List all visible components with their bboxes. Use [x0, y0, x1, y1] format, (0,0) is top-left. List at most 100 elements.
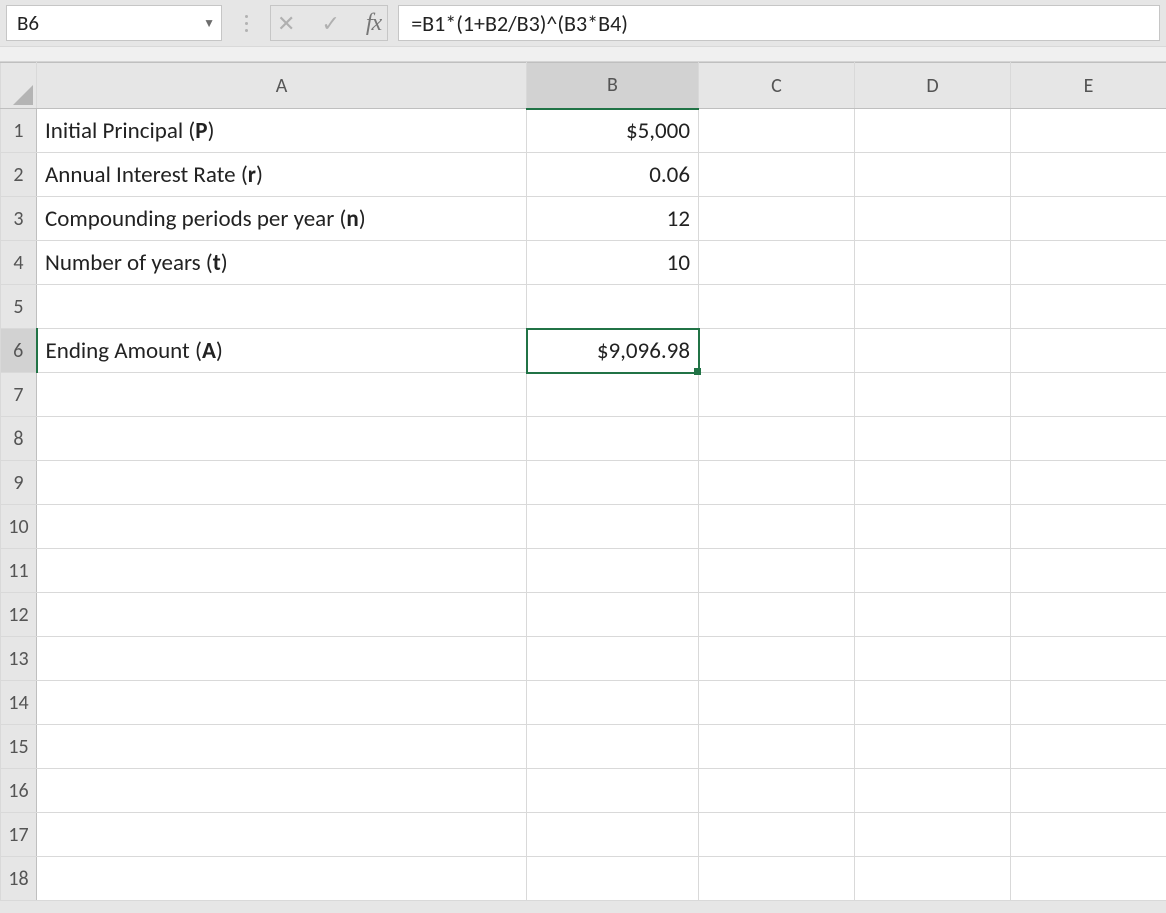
row-header[interactable]: 1	[1, 109, 37, 153]
cell-d5[interactable]	[855, 285, 1011, 329]
cell-b2[interactable]: 0.06	[527, 153, 699, 197]
cell-a11[interactable]	[37, 549, 527, 593]
cell-a13[interactable]	[37, 637, 527, 681]
cell-e14[interactable]	[1011, 681, 1166, 725]
fx-icon[interactable]: fx	[366, 10, 381, 37]
cell-a5[interactable]	[37, 285, 527, 329]
cell-b9[interactable]	[527, 461, 699, 505]
row-header[interactable]: 17	[1, 813, 37, 857]
cell-b5[interactable]	[527, 285, 699, 329]
col-header-e[interactable]: E	[1011, 63, 1166, 109]
cancel-icon[interactable]: ✕	[277, 10, 295, 37]
cell-e9[interactable]	[1011, 461, 1166, 505]
cell-a15[interactable]	[37, 725, 527, 769]
cell-c11[interactable]	[699, 549, 855, 593]
cell-a17[interactable]	[37, 813, 527, 857]
cell-e5[interactable]	[1011, 285, 1166, 329]
row-header[interactable]: 4	[1, 241, 37, 285]
cell-d11[interactable]	[855, 549, 1011, 593]
cell-e3[interactable]	[1011, 197, 1166, 241]
cell-d9[interactable]	[855, 461, 1011, 505]
select-all-button[interactable]	[1, 63, 37, 109]
cell-c7[interactable]	[699, 373, 855, 417]
cell-a8[interactable]	[37, 417, 527, 461]
cell-c5[interactable]	[699, 285, 855, 329]
row-header[interactable]: 10	[1, 505, 37, 549]
row-header[interactable]: 3	[1, 197, 37, 241]
cell-b15[interactable]	[527, 725, 699, 769]
cell-a9[interactable]	[37, 461, 527, 505]
cell-d3[interactable]	[855, 197, 1011, 241]
row-header[interactable]: 6	[1, 329, 37, 373]
cell-d8[interactable]	[855, 417, 1011, 461]
row-header[interactable]: 2	[1, 153, 37, 197]
cell-d6[interactable]	[855, 329, 1011, 373]
cell-c17[interactable]	[699, 813, 855, 857]
cell-e2[interactable]	[1011, 153, 1166, 197]
grid[interactable]: A B C D E 1 Initial Principal (P) $5,000…	[0, 62, 1166, 901]
cell-c16[interactable]	[699, 769, 855, 813]
cell-c15[interactable]	[699, 725, 855, 769]
cell-b6[interactable]: $9,096.98	[527, 329, 699, 373]
cell-d12[interactable]	[855, 593, 1011, 637]
cell-b14[interactable]	[527, 681, 699, 725]
cell-c12[interactable]	[699, 593, 855, 637]
cell-b7[interactable]	[527, 373, 699, 417]
cell-c10[interactable]	[699, 505, 855, 549]
cell-a18[interactable]	[37, 857, 527, 901]
cell-e7[interactable]	[1011, 373, 1166, 417]
cell-a16[interactable]	[37, 769, 527, 813]
name-box[interactable]: B6 ▼	[6, 5, 222, 41]
chevron-down-icon[interactable]: ▼	[203, 16, 215, 31]
cell-d1[interactable]	[855, 109, 1011, 153]
cell-e16[interactable]	[1011, 769, 1166, 813]
row-header[interactable]: 8	[1, 417, 37, 461]
cell-a2[interactable]: Annual Interest Rate (r)	[37, 153, 527, 197]
cell-a10[interactable]	[37, 505, 527, 549]
cell-c2[interactable]	[699, 153, 855, 197]
row-header[interactable]: 5	[1, 285, 37, 329]
row-header[interactable]: 18	[1, 857, 37, 901]
cell-b18[interactable]	[527, 857, 699, 901]
cell-e12[interactable]	[1011, 593, 1166, 637]
cell-b12[interactable]	[527, 593, 699, 637]
cell-e13[interactable]	[1011, 637, 1166, 681]
cell-a4[interactable]: Number of years (t)	[37, 241, 527, 285]
row-header[interactable]: 14	[1, 681, 37, 725]
cell-c14[interactable]	[699, 681, 855, 725]
cell-b8[interactable]	[527, 417, 699, 461]
cell-b4[interactable]: 10	[527, 241, 699, 285]
cell-d14[interactable]	[855, 681, 1011, 725]
cell-c3[interactable]	[699, 197, 855, 241]
cell-b3[interactable]: 12	[527, 197, 699, 241]
col-header-c[interactable]: C	[699, 63, 855, 109]
cell-e15[interactable]	[1011, 725, 1166, 769]
cell-d2[interactable]	[855, 153, 1011, 197]
cell-d7[interactable]	[855, 373, 1011, 417]
cell-a1[interactable]: Initial Principal (P)	[37, 109, 527, 153]
cell-c4[interactable]	[699, 241, 855, 285]
cell-d4[interactable]	[855, 241, 1011, 285]
enter-icon[interactable]: ✓	[321, 10, 339, 37]
cell-e8[interactable]	[1011, 417, 1166, 461]
col-header-a[interactable]: A	[37, 63, 527, 109]
cell-e17[interactable]	[1011, 813, 1166, 857]
cell-c13[interactable]	[699, 637, 855, 681]
cell-d16[interactable]	[855, 769, 1011, 813]
cell-e18[interactable]	[1011, 857, 1166, 901]
cell-e10[interactable]	[1011, 505, 1166, 549]
cell-c6[interactable]	[699, 329, 855, 373]
cell-c8[interactable]	[699, 417, 855, 461]
cell-b13[interactable]	[527, 637, 699, 681]
cell-b10[interactable]	[527, 505, 699, 549]
col-header-d[interactable]: D	[855, 63, 1011, 109]
cell-e1[interactable]	[1011, 109, 1166, 153]
row-header[interactable]: 12	[1, 593, 37, 637]
row-header[interactable]: 7	[1, 373, 37, 417]
cell-c9[interactable]	[699, 461, 855, 505]
row-header[interactable]: 13	[1, 637, 37, 681]
cell-d13[interactable]	[855, 637, 1011, 681]
cell-b11[interactable]	[527, 549, 699, 593]
cell-a6[interactable]: Ending Amount (A)	[37, 329, 527, 373]
cell-d10[interactable]	[855, 505, 1011, 549]
